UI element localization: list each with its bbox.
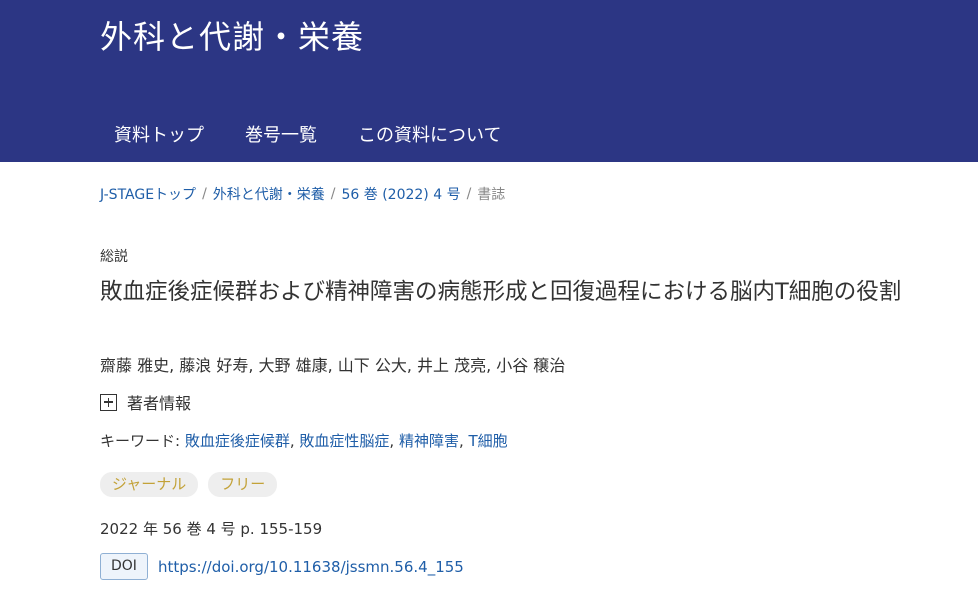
keyword-separator: , [458,432,469,450]
journal-nav: 資料トップ 巻号一覧 この資料について [114,121,542,146]
doi-link[interactable]: https://doi.org/10.11638/jssmn.56.4_155 [158,558,464,576]
keyword-link[interactable]: 精神障害 [399,432,459,450]
doi-label: DOI [100,553,148,580]
author-list: 齋藤 雅史, 藤浪 好寿, 大野 雄康, 山下 公大, 井上 茂亮, 小谷 穣治 [100,356,566,375]
keyword-separator: , [389,432,399,450]
doi-row: DOI https://doi.org/10.11638/jssmn.56.4_… [100,553,464,580]
article-type: 総説 [100,249,128,265]
keywords: キーワード: 敗血症後症候群, 敗血症性脳症, 精神障害, T細胞 [100,430,508,451]
breadcrumb: J-STAGEトップ / 外科と代謝・栄養 / 56 巻 (2022) 4 号 … [100,184,505,204]
breadcrumb-issue[interactable]: 56 巻 (2022) 4 号 [342,184,461,204]
keyword-link[interactable]: 敗血症後症候群 [185,432,290,450]
article-title: 敗血症後症候群および精神障害の病態形成と回復過程における脳内T細胞の役割 [100,279,902,305]
breadcrumb-current: 書誌 [477,187,506,203]
nav-journal-top[interactable]: 資料トップ [114,121,204,146]
keywords-label: キーワード: [100,432,185,450]
author-info-toggle[interactable]: 著者情報 [100,390,191,414]
author-info-label: 著者情報 [127,394,192,413]
keyword-link[interactable]: T細胞 [469,432,508,450]
site-header: 外科と代謝・栄養 資料トップ 巻号一覧 この資料について [0,0,978,162]
plus-box-icon [100,393,117,411]
nav-issue-list[interactable]: 巻号一覧 [245,121,317,146]
breadcrumb-separator: / [330,186,336,202]
breadcrumb-journal[interactable]: 外科と代謝・栄養 [213,184,325,204]
keyword-link[interactable]: 敗血症性脳症 [299,432,389,450]
article-badges: ジャーナル フリー [100,472,287,497]
badge-journal: ジャーナル [100,472,199,497]
breadcrumb-jstage-top[interactable]: J-STAGEトップ [100,184,196,204]
journal-title[interactable]: 外科と代謝・栄養 [100,12,364,58]
publication-info: 2022 年 56 巻 4 号 p. 155-159 [100,520,323,538]
breadcrumb-separator: / [466,186,472,202]
keyword-separator: , [289,432,300,450]
nav-about[interactable]: この資料について [358,121,501,146]
breadcrumb-separator: / [202,186,207,202]
badge-free: フリー [208,472,278,497]
